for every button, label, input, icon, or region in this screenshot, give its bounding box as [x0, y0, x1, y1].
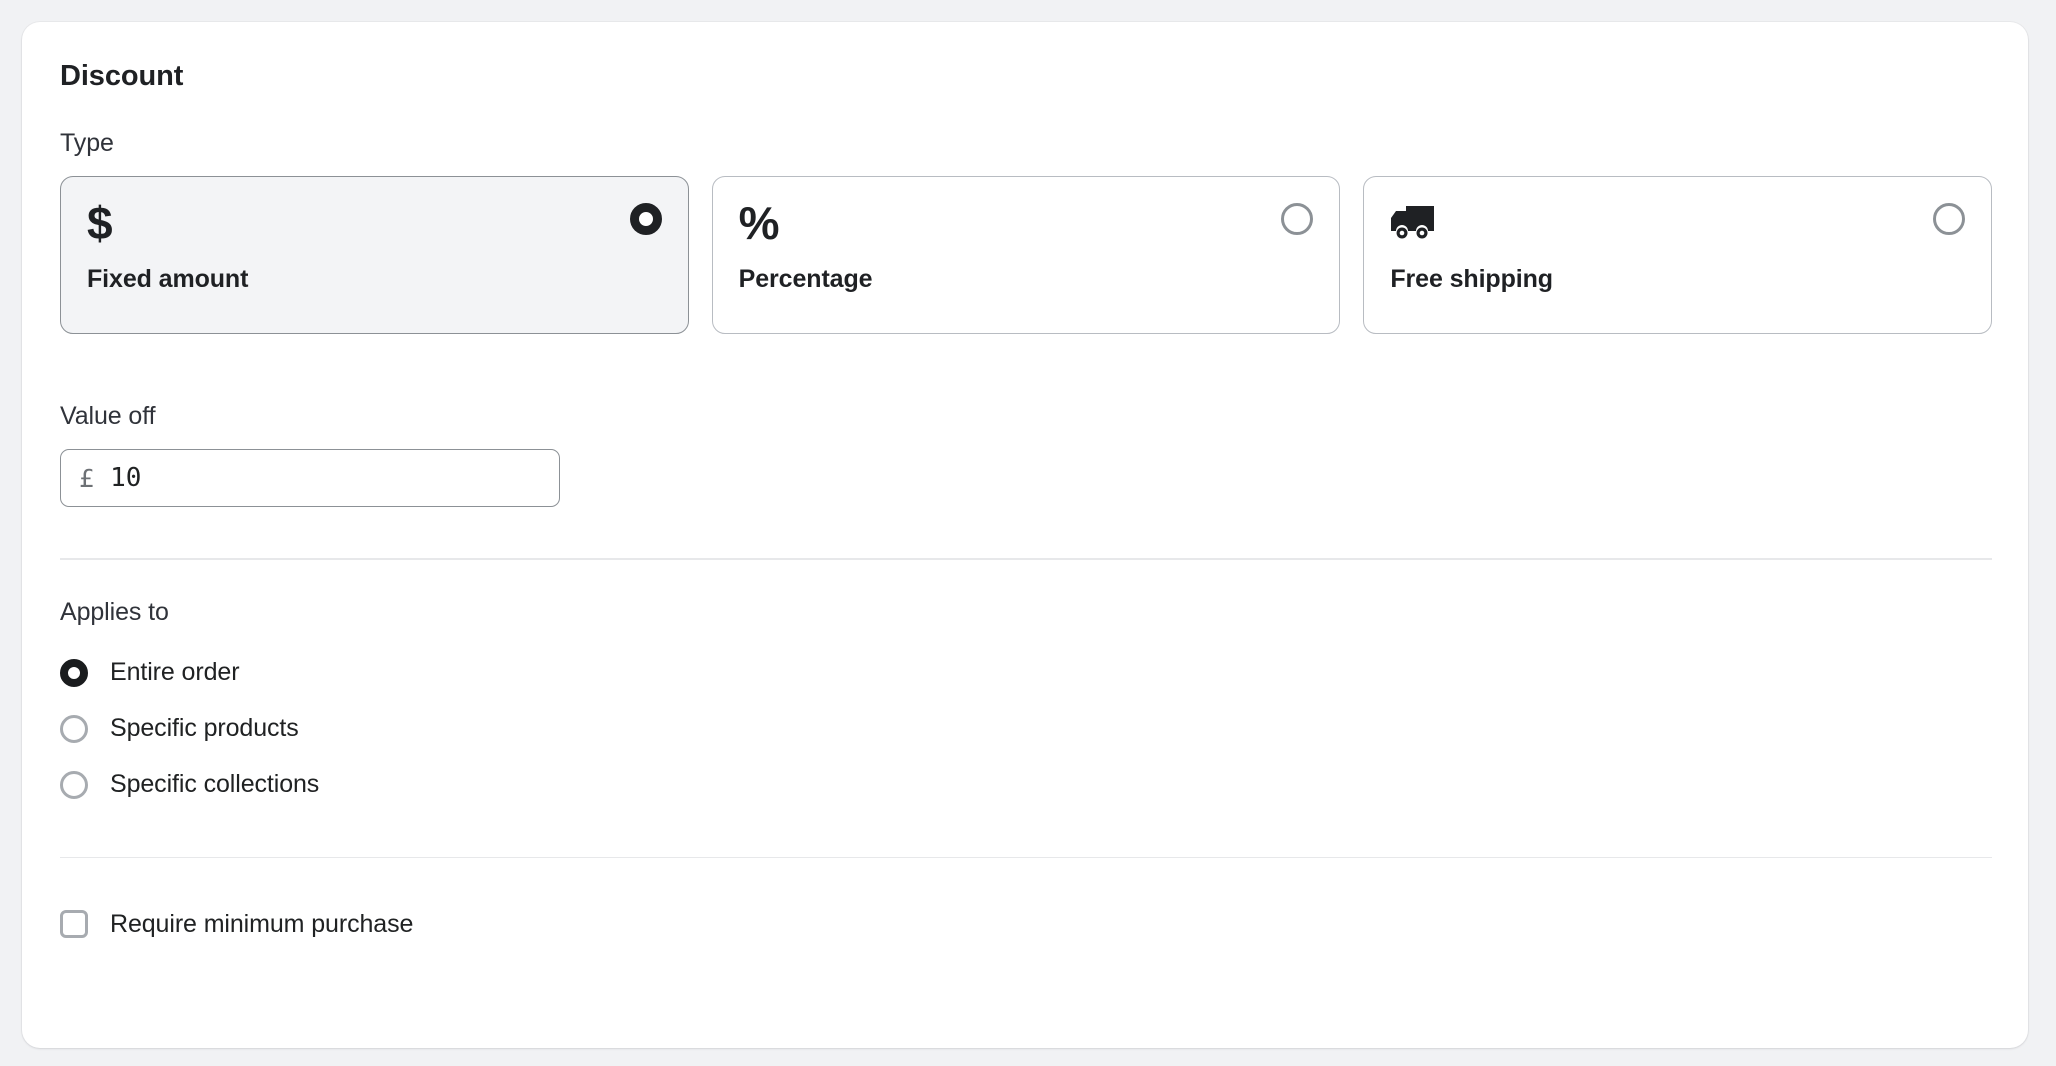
percent-glyph: % — [739, 200, 780, 246]
type-options-group: $ Fixed amount % Percentage — [60, 176, 1992, 334]
dollar-sign-icon: $ — [87, 199, 664, 247]
type-option-fixed-amount[interactable]: $ Fixed amount — [60, 176, 689, 334]
applies-to-options-group: Entire order Specific products Specific … — [60, 645, 1992, 813]
type-option-percentage-radio[interactable] — [1281, 203, 1313, 235]
type-option-fixed-amount-radio[interactable] — [630, 203, 662, 235]
require-minimum-purchase-row[interactable]: Require minimum purchase — [60, 898, 1992, 950]
applies-to-section: Applies to Entire order Specific product… — [60, 598, 1992, 813]
currency-symbol: £ — [79, 464, 94, 493]
type-option-percentage[interactable]: % Percentage — [712, 176, 1341, 334]
type-option-fixed-amount-label: Fixed amount — [87, 265, 664, 294]
discount-card: Discount Type $ Fixed amount % — [22, 22, 2028, 1048]
type-option-percentage-label: Percentage — [739, 265, 1316, 294]
checkbox-unchecked-icon[interactable] — [60, 910, 88, 938]
radio-unselected-icon — [1933, 203, 1965, 235]
discount-type-section: Type $ Fixed amount % Percentage — [60, 129, 1992, 334]
page-background: Discount Type $ Fixed amount % — [0, 0, 2056, 1066]
applies-to-option-specific-products-label: Specific products — [110, 714, 299, 743]
radio-selected-icon — [630, 203, 662, 235]
radio-unselected-icon — [60, 715, 88, 743]
applies-to-option-entire-order-label: Entire order — [110, 658, 239, 687]
percent-icon: % — [739, 199, 1316, 247]
type-option-free-shipping-label: Free shipping — [1390, 265, 1967, 294]
radio-unselected-icon — [60, 771, 88, 799]
applies-to-option-entire-order[interactable]: Entire order — [60, 645, 1992, 701]
radio-unselected-icon — [1281, 203, 1313, 235]
page-title: Discount — [60, 60, 1992, 93]
divider-top — [60, 558, 1992, 560]
applies-to-option-specific-products[interactable]: Specific products — [60, 701, 1992, 757]
value-off-value: 10 — [110, 463, 141, 493]
value-off-input[interactable]: £ 10 — [60, 449, 560, 507]
value-off-section: Value off £ 10 — [60, 402, 1992, 507]
divider-bottom — [60, 857, 1992, 859]
applies-to-option-specific-collections[interactable]: Specific collections — [60, 757, 1992, 813]
applies-to-label: Applies to — [60, 598, 1992, 627]
value-off-label: Value off — [60, 402, 1992, 431]
type-option-free-shipping-radio[interactable] — [1933, 203, 1965, 235]
dollar-sign-glyph: $ — [87, 200, 113, 246]
radio-selected-icon — [60, 659, 88, 687]
truck-icon — [1390, 199, 1967, 247]
type-option-free-shipping[interactable]: Free shipping — [1363, 176, 1992, 334]
require-minimum-purchase-label: Require minimum purchase — [110, 910, 413, 939]
type-label: Type — [60, 129, 1992, 158]
minimum-purchase-section: Require minimum purchase — [60, 898, 1992, 950]
applies-to-option-specific-collections-label: Specific collections — [110, 770, 319, 799]
